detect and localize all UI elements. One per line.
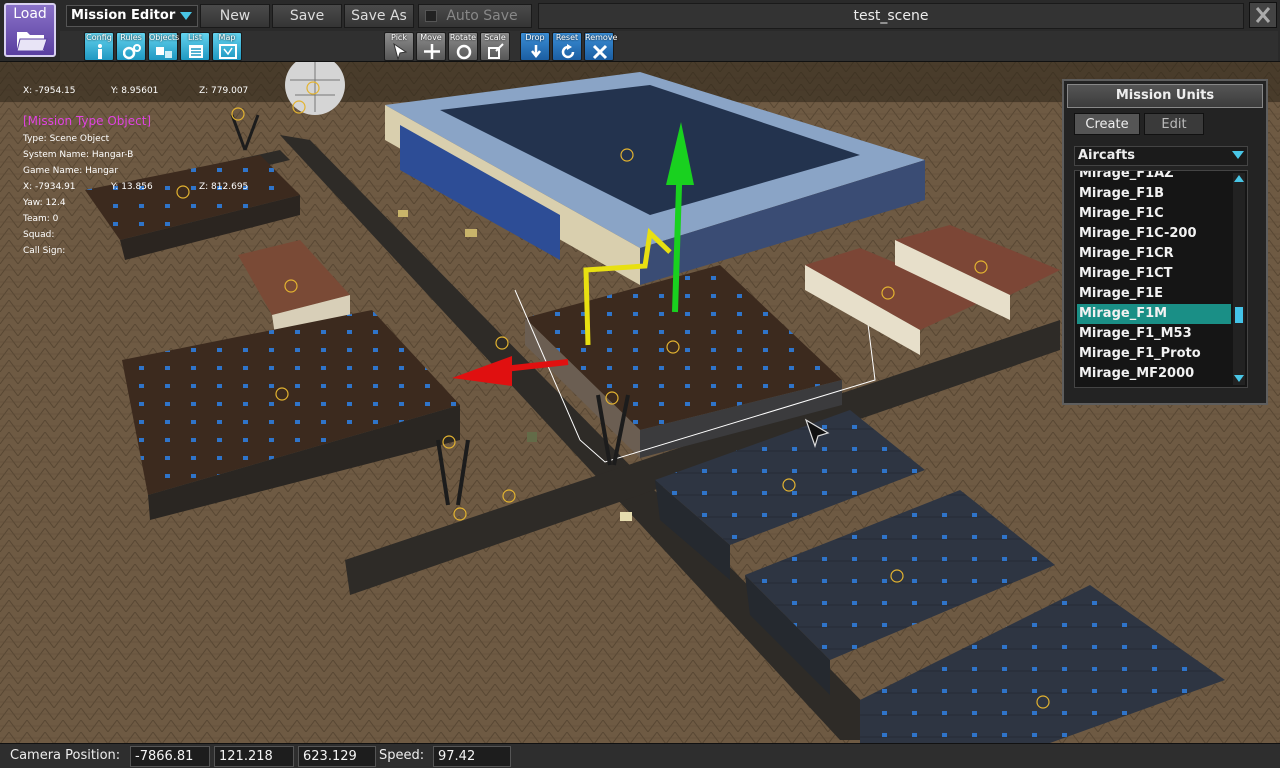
speed-value: 97.42: [433, 746, 511, 767]
dropdown-arrow-icon: [180, 12, 192, 20]
list-item[interactable]: Mirage_MF2000: [1077, 364, 1231, 384]
map-icon: [219, 44, 237, 59]
move-arrows-icon: [424, 44, 440, 59]
scrollbar-thumb[interactable]: [1235, 307, 1243, 323]
reset-tool-label: Reset: [555, 33, 579, 42]
load-button-label: Load: [13, 6, 47, 22]
new-button[interactable]: New: [200, 4, 270, 28]
config-tool-button[interactable]: Config: [84, 32, 114, 61]
rules-tool-button[interactable]: Rules: [116, 32, 146, 61]
object-x: X: -7934.91: [23, 182, 76, 192]
cursor-z: Z: 779.007: [199, 86, 249, 96]
pick-tool-label: Pick: [391, 33, 407, 42]
scale-icon: [488, 43, 504, 59]
drop-tool-label: Drop: [525, 33, 545, 42]
unit-category-value: Aircafts: [1078, 148, 1136, 163]
list-item[interactable]: Mirage_F1C: [1077, 204, 1231, 224]
rotate-tool-label: Rotate: [449, 33, 477, 42]
scroll-up-icon[interactable]: [1234, 175, 1244, 182]
unit-category-dropdown[interactable]: Aircafts: [1074, 146, 1248, 166]
scroll-down-icon[interactable]: [1234, 375, 1244, 382]
cursor-x: X: -7954.15: [23, 86, 76, 96]
rotate-tool-button[interactable]: Rotate: [448, 32, 478, 61]
mission-units-panel: Mission Units Create Edit Aircafts Mirag…: [1062, 79, 1268, 405]
list-item[interactable]: Mirage_F1CR: [1077, 244, 1231, 264]
objects-icon: [156, 47, 172, 58]
list-item[interactable]: Mirage_F1B: [1077, 184, 1231, 204]
tool-strip: [60, 31, 1278, 61]
list-item[interactable]: Mirage_F1_M53: [1077, 324, 1231, 344]
info-icon: [98, 44, 102, 59]
camera-position-label: Camera Position:: [10, 748, 121, 763]
map-tool-label: Map: [218, 33, 236, 42]
object-info-overlay: X: -7954.15 Y: 8.95601 Z: 779.007 [Missi…: [22, 84, 322, 264]
config-tool-label: Config: [86, 33, 112, 42]
unit-list[interactable]: Mirage_F1AZ Mirage_F1B Mirage_F1C Mirage…: [1074, 170, 1248, 388]
remove-tool-button[interactable]: Remove: [584, 32, 618, 61]
camera-x-value: -7866.81: [130, 746, 210, 767]
system-name: System Name: Hangar-B: [23, 150, 134, 160]
list-tool-label: List: [188, 33, 202, 42]
remove-icon: [592, 44, 608, 60]
status-bar: Camera Position: -7866.81 121.218 623.12…: [0, 743, 1280, 768]
auto-save-toggle[interactable]: Auto Save: [418, 4, 532, 28]
scale-tool-label: Scale: [484, 33, 506, 42]
top-toolbar: Load Mission Editor New Save Save As Aut…: [0, 0, 1280, 62]
close-button[interactable]: [1249, 2, 1277, 28]
rotate-icon: [456, 44, 472, 60]
game-name: Game Name: Hangar: [23, 166, 119, 176]
mission-editor-window: Load Mission Editor New Save Save As Aut…: [0, 0, 1280, 768]
move-tool-button[interactable]: Move: [416, 32, 446, 61]
mission-units-title: Mission Units: [1067, 84, 1263, 108]
object-type: Type: Scene Object: [23, 134, 110, 144]
move-tool-label: Move: [420, 33, 442, 42]
scale-tool-button[interactable]: Scale: [480, 32, 510, 61]
camera-z-value: 623.129: [298, 746, 376, 767]
drop-tool-button[interactable]: Drop: [520, 32, 550, 61]
tab-edit[interactable]: Edit: [1144, 113, 1204, 135]
object-squad: Squad:: [23, 230, 55, 240]
objects-tool-button[interactable]: Objects: [148, 32, 180, 61]
cursor-y: Y: 8.95601: [111, 86, 159, 96]
save-as-button[interactable]: Save As: [344, 4, 414, 28]
camera-y-value: 121.218: [214, 746, 294, 767]
speed-label: Speed:: [379, 748, 425, 763]
tab-create[interactable]: Create: [1074, 113, 1140, 135]
dropdown-arrow-icon: [1232, 151, 1244, 159]
list-item-selected[interactable]: Mirage_F1M: [1077, 304, 1231, 324]
folder-open-icon: [16, 32, 48, 52]
map-tool-button[interactable]: Map: [212, 32, 242, 61]
drop-icon: [531, 45, 541, 59]
auto-save-checkbox[interactable]: [425, 10, 437, 22]
load-button[interactable]: Load: [4, 3, 56, 57]
list-item[interactable]: Mirage_F1C-200: [1077, 224, 1231, 244]
remove-tool-label: Remove: [585, 33, 618, 42]
objects-tool-label: Objects: [149, 33, 180, 42]
list-item[interactable]: Mirage_F1CT: [1077, 264, 1231, 284]
save-button[interactable]: Save: [272, 4, 342, 28]
mode-dropdown[interactable]: Mission Editor: [66, 5, 198, 27]
pick-tool-button[interactable]: Pick: [384, 32, 414, 61]
object-yaw: Yaw: 12.4: [23, 198, 66, 208]
unit-list-scrollbar[interactable]: [1233, 173, 1245, 385]
gears-icon: [123, 44, 141, 60]
close-icon: [1255, 7, 1271, 23]
object-y: Y: 13.856: [111, 182, 153, 192]
reset-tool-button[interactable]: Reset: [552, 32, 582, 61]
list-icon: [189, 45, 203, 58]
object-call-sign: Call Sign:: [23, 246, 66, 256]
list-item[interactable]: Mirage_F1E: [1077, 284, 1231, 304]
scene-name-field[interactable]: test_scene: [538, 3, 1244, 29]
pick-cursor-icon: [393, 43, 408, 60]
auto-save-label: Auto Save: [446, 8, 518, 24]
object-team: Team: 0: [23, 214, 59, 224]
object-z: Z: 812.695: [199, 182, 249, 192]
list-item[interactable]: Mirage_F1_Proto: [1077, 344, 1231, 364]
type-header: [Mission Type Object]: [23, 114, 152, 128]
list-item[interactable]: Mirage_F1AZ: [1077, 171, 1231, 184]
reset-icon: [561, 44, 575, 59]
rules-tool-label: Rules: [120, 33, 142, 42]
mode-dropdown-value: Mission Editor: [71, 8, 176, 23]
list-tool-button[interactable]: List: [180, 32, 210, 61]
